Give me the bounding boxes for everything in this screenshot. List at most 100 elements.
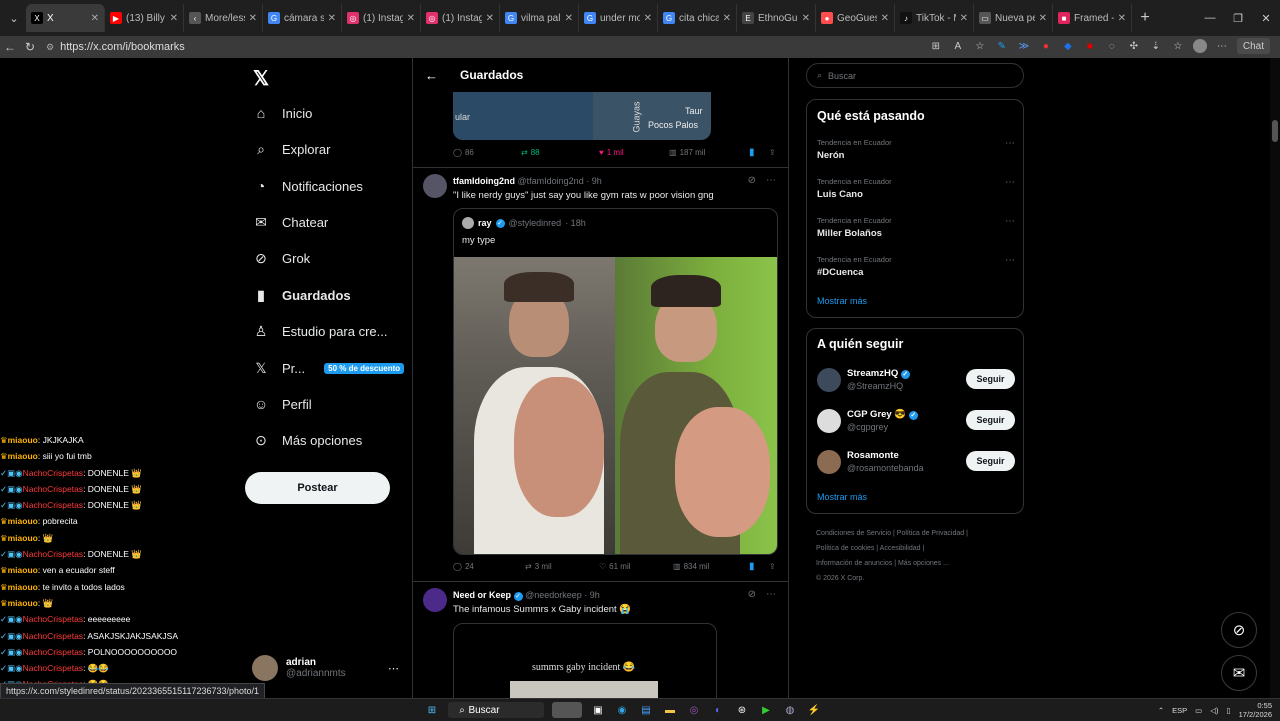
nav-item-x-premium[interactable]: 𝕏 Pr... 50 % de descuento: [253, 360, 405, 376]
chat-username[interactable]: miaouo: [8, 598, 38, 608]
tweet-author-name[interactable]: tfamIdoing2nd: [453, 176, 515, 186]
store-icon[interactable]: ▤: [638, 702, 654, 718]
map-image[interactable]: ular Guayas Taur Pocos Palos: [453, 92, 711, 140]
tweet-time[interactable]: · 9h: [586, 176, 602, 186]
tab-close-icon[interactable]: ✕: [723, 13, 731, 24]
nav-item-home[interactable]: ⌂ Inicio: [253, 105, 313, 121]
clock[interactable]: 0:55 17/2/2026: [1239, 701, 1272, 719]
share-icon[interactable]: ⇪: [769, 148, 776, 157]
grok-icon[interactable]: ⊘: [748, 589, 756, 600]
tab-close-icon[interactable]: ✕: [407, 13, 415, 24]
browser-tab[interactable]: Gvilma palma ✕: [500, 4, 579, 32]
tab-close-icon[interactable]: ✕: [1039, 13, 1047, 24]
battery-icon[interactable]: ▯: [1226, 706, 1230, 715]
tab-close-icon[interactable]: ✕: [1118, 13, 1126, 24]
browser-tab[interactable]: ■ Framed - #7 ✕: [1053, 4, 1132, 32]
app-icon[interactable]: ▶: [758, 702, 774, 718]
more-icon[interactable]: ⋯: [1005, 216, 1015, 227]
steam-icon[interactable]: ◍: [782, 702, 798, 718]
more-icon[interactable]: ⋯: [766, 589, 776, 600]
close-window-icon[interactable]: ✕: [1252, 0, 1280, 36]
chat-username[interactable]: miaouo: [8, 565, 38, 575]
profile-avatar-icon[interactable]: [1192, 39, 1207, 53]
bookmark-icon[interactable]: ▮: [749, 147, 769, 158]
follow-suggestion[interactable]: StreamzHQ ✓ @StreamzHQ Seguir: [817, 366, 1015, 394]
nav-item-more-options[interactable]: ⊙ Más opciones: [253, 432, 362, 448]
new-tab-button[interactable]: +: [1132, 9, 1158, 27]
x-logo-icon[interactable]: 𝕏: [253, 66, 269, 91]
avatar[interactable]: [423, 174, 447, 198]
tweet-author-handle[interactable]: @needorkeep: [525, 590, 582, 600]
browser-tab[interactable]: Gunder moving ✕: [579, 4, 658, 32]
show-more-link[interactable]: Mostrar más: [817, 296, 867, 306]
like-button[interactable]: ♥ 1 mil: [599, 148, 669, 157]
edge-icon[interactable]: ◉: [614, 702, 630, 718]
tab-close-icon[interactable]: ✕: [644, 13, 652, 24]
search-input[interactable]: ⌕ Buscar: [806, 63, 1024, 88]
tweet-photo[interactable]: [454, 257, 777, 554]
back-icon[interactable]: ←: [0, 40, 20, 54]
nav-item-bell[interactable]: ◔ Notificaciones: [253, 178, 363, 194]
tab-close-icon[interactable]: ✕: [328, 13, 336, 24]
chat-username[interactable]: miaouo: [8, 533, 38, 543]
favorites-icon[interactable]: ☆: [1171, 39, 1185, 53]
reply-button[interactable]: ◯ 86: [453, 148, 521, 157]
avatar[interactable]: [423, 588, 447, 612]
more-icon[interactable]: ⋯: [766, 175, 776, 186]
nav-item-search[interactable]: ⌕ Explorar: [253, 141, 330, 157]
reload-icon[interactable]: ↻: [20, 40, 40, 54]
follow-suggestion[interactable]: CGP Grey 😎 ✓ @cgpgrey Seguir: [817, 407, 1015, 435]
tweet-video[interactable]: summrs gaby incident 😂: [453, 623, 717, 698]
browser-tab[interactable]: ◎ (1) Instagram ✕: [421, 4, 500, 32]
tab-close-icon[interactable]: ✕: [960, 13, 968, 24]
trend-item[interactable]: Tendencia en Ecuador #DCuenca ⋯: [817, 255, 1015, 278]
volume-icon[interactable]: ◁): [1210, 706, 1218, 715]
browser-tab[interactable]: ◎ (1) Instagram ✕: [342, 4, 421, 32]
tab-close-icon[interactable]: ✕: [170, 13, 178, 24]
site-info-icon[interactable]: ⚙: [46, 42, 54, 53]
account-more-icon[interactable]: ⋯: [388, 662, 399, 675]
network-icon[interactable]: ▭: [1195, 706, 1202, 715]
share-icon[interactable]: ⇪: [769, 562, 776, 571]
extension-icon[interactable]: ◆: [1061, 39, 1075, 53]
minimize-icon[interactable]: —: [1196, 0, 1224, 36]
browser-tab[interactable]: ● GeoGuessr ✕: [816, 4, 895, 32]
tab-close-icon[interactable]: ✕: [249, 13, 257, 24]
tab-close-icon[interactable]: ✕: [802, 13, 810, 24]
chat-username[interactable]: miaouo: [8, 582, 38, 592]
account-switcher[interactable]: adrian @adriannmts: [252, 655, 346, 681]
tweet-time[interactable]: · 9h: [584, 590, 600, 600]
chat-username[interactable]: NachoCrispetas: [23, 500, 83, 510]
follow-button[interactable]: Seguir: [966, 410, 1015, 430]
page-scrollbar[interactable]: [1270, 58, 1280, 698]
tab-close-icon[interactable]: ✕: [91, 13, 99, 24]
nav-item-creator-studio[interactable]: ♙ Estudio para cre...: [253, 323, 388, 339]
tab-close-icon[interactable]: ✕: [486, 13, 494, 24]
folder-icon[interactable]: ▬: [662, 702, 678, 718]
follow-button[interactable]: Seguir: [966, 369, 1015, 389]
extension-icon[interactable]: ◌: [1105, 39, 1119, 53]
views-button[interactable]: ▥ 834 mil: [673, 562, 749, 571]
browser-tab[interactable]: ▶ (13) Billy Idol ✕: [105, 4, 184, 32]
discord-icon[interactable]: ◐: [710, 702, 726, 718]
address-bar[interactable]: ⚙ https://x.com/i/bookmarks: [46, 38, 816, 56]
trend-item[interactable]: Tendencia en Ecuador Nerón ⋯: [817, 138, 1015, 161]
tweet-author-name[interactable]: Need or Keep: [453, 590, 511, 600]
windows-start-icon[interactable]: ⊞: [424, 702, 440, 718]
like-button[interactable]: ♡ 61 mil: [599, 562, 673, 571]
chat-username[interactable]: miaouo: [8, 435, 38, 445]
browser-tab[interactable]: ♪ TikTok - Make ✕: [895, 4, 974, 32]
tab-close-icon[interactable]: ✕: [881, 13, 889, 24]
back-arrow-icon[interactable]: ←: [425, 68, 438, 83]
downloads-icon[interactable]: ⇣: [1149, 39, 1163, 53]
chat-username[interactable]: NachoCrispetas: [23, 484, 83, 494]
translate-icon[interactable]: A: [951, 39, 965, 53]
browser-tab[interactable]: ‹ More/less ✕: [184, 4, 263, 32]
chat-username[interactable]: NachoCrispetas: [23, 468, 83, 478]
browser-tab[interactable]: Gcámara sony ✕: [263, 4, 342, 32]
footer-line[interactable]: Política de cookies | Accesibilidad |: [816, 541, 1026, 556]
chat-username[interactable]: miaouo: [8, 516, 38, 526]
tab-search-icon[interactable]: ⌄: [2, 6, 26, 30]
task-view-icon[interactable]: ▣: [590, 702, 606, 718]
retweet-button[interactable]: ⇄ 88: [521, 148, 599, 157]
